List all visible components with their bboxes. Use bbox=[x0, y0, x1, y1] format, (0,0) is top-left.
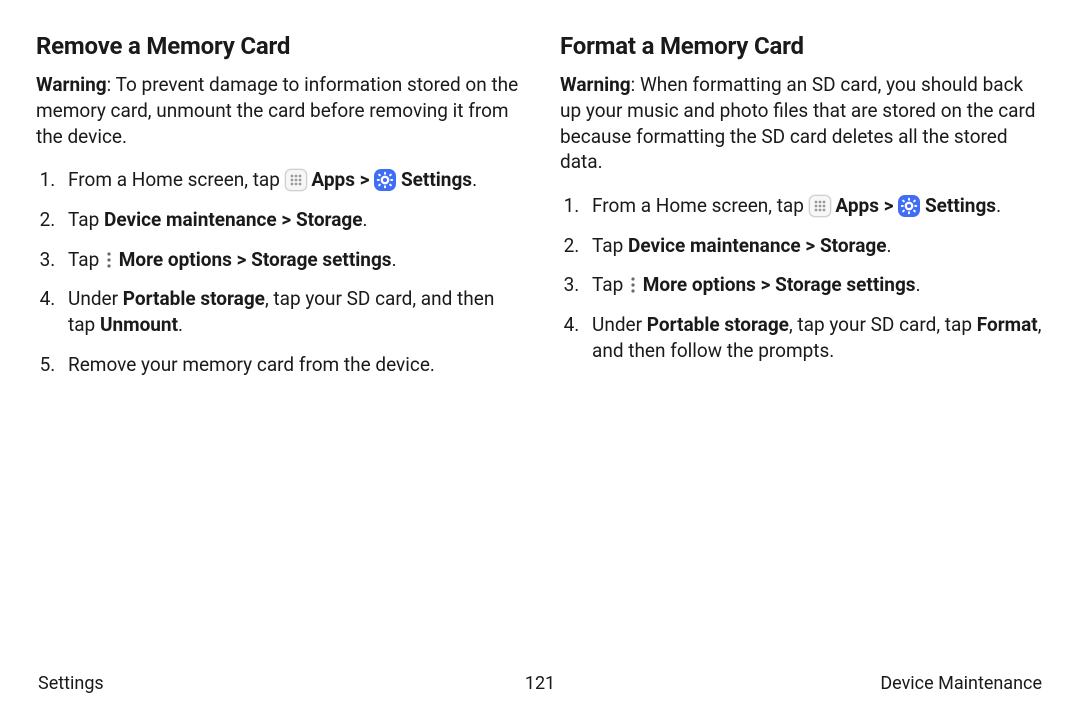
chevron: > bbox=[801, 234, 820, 257]
bold: Storage settings bbox=[775, 273, 915, 296]
apps-label: Apps bbox=[311, 168, 355, 191]
heading-remove-memory-card: Remove a Memory Card bbox=[36, 30, 520, 62]
step-2: Tap Device maintenance > Storage. bbox=[60, 207, 520, 233]
settings-icon bbox=[374, 169, 396, 191]
warning-label: Warning bbox=[36, 73, 107, 96]
bold: Storage settings bbox=[251, 248, 391, 271]
chevron: > bbox=[232, 248, 251, 271]
bold: Portable storage bbox=[123, 287, 265, 310]
step-text: Under bbox=[592, 313, 647, 336]
bold: More options bbox=[119, 248, 232, 271]
step-text: From a Home screen, tap bbox=[592, 194, 809, 217]
bold: Storage bbox=[820, 234, 887, 257]
chevron: > bbox=[277, 208, 296, 231]
manual-page: Remove a Memory Card Warning: To prevent… bbox=[0, 0, 1080, 720]
bold: Format bbox=[977, 313, 1038, 336]
bold: Unmount bbox=[100, 313, 178, 336]
column-format-memory-card: Format a Memory Card Warning: When forma… bbox=[560, 30, 1044, 391]
apps-icon bbox=[285, 169, 307, 191]
step-2: Tap Device maintenance > Storage. bbox=[584, 233, 1044, 259]
step-4: Under Portable storage, tap your SD card… bbox=[584, 312, 1044, 363]
step-1: From a Home screen, tap Apps > Settings. bbox=[60, 167, 520, 193]
warning-format: Warning: When formatting an SD card, you… bbox=[560, 72, 1044, 175]
step-text: Tap bbox=[592, 234, 628, 257]
footer-section-label: Settings bbox=[38, 672, 525, 696]
step-3: Tap More options > Storage settings. bbox=[60, 247, 520, 273]
warning-text: : To prevent damage to information store… bbox=[36, 73, 518, 147]
more-options-icon bbox=[104, 250, 114, 270]
step-text: Tap bbox=[68, 248, 104, 271]
step-1: From a Home screen, tap Apps > Settings. bbox=[584, 193, 1044, 219]
step-text: From a Home screen, tap bbox=[68, 168, 285, 191]
step-text: , tap your SD card, tap bbox=[789, 313, 977, 336]
bold: Device maintenance bbox=[104, 208, 277, 231]
page-footer: Settings 121 Device Maintenance bbox=[36, 672, 1044, 700]
more-options-icon bbox=[628, 275, 638, 295]
period: . bbox=[392, 248, 397, 271]
step-4: Under Portable storage, tap your SD card… bbox=[60, 286, 520, 337]
steps-remove: From a Home screen, tap Apps > Settings.… bbox=[36, 167, 520, 377]
period: . bbox=[472, 168, 477, 191]
heading-format-memory-card: Format a Memory Card bbox=[560, 30, 1044, 62]
chevron: > bbox=[360, 168, 375, 191]
step-5: Remove your memory card from the device. bbox=[60, 352, 520, 378]
period: . bbox=[362, 208, 367, 231]
bold: Storage bbox=[296, 208, 363, 231]
chevron: > bbox=[756, 273, 775, 296]
period: . bbox=[996, 194, 1001, 217]
period: . bbox=[178, 313, 183, 336]
period: . bbox=[916, 273, 921, 296]
settings-icon bbox=[898, 195, 920, 217]
two-column-layout: Remove a Memory Card Warning: To prevent… bbox=[36, 30, 1044, 391]
step-text: Tap bbox=[592, 273, 628, 296]
step-text: Under bbox=[68, 287, 123, 310]
settings-label: Settings bbox=[925, 194, 996, 217]
apps-label: Apps bbox=[835, 194, 879, 217]
period: . bbox=[886, 234, 891, 257]
footer-page-number: 121 bbox=[525, 672, 555, 696]
steps-format: From a Home screen, tap Apps > Settings.… bbox=[560, 193, 1044, 363]
bold: More options bbox=[643, 273, 756, 296]
bold: Portable storage bbox=[647, 313, 789, 336]
apps-icon bbox=[809, 195, 831, 217]
warning-remove: Warning: To prevent damage to informatio… bbox=[36, 72, 520, 149]
footer-chapter-label: Device Maintenance bbox=[555, 672, 1042, 696]
bold: Device maintenance bbox=[628, 234, 801, 257]
warning-text: : When formatting an SD card, you should… bbox=[560, 73, 1035, 173]
chevron: > bbox=[884, 194, 899, 217]
column-remove-memory-card: Remove a Memory Card Warning: To prevent… bbox=[36, 30, 520, 391]
step-text: Remove your memory card from the device. bbox=[68, 353, 435, 376]
warning-label: Warning bbox=[560, 73, 631, 96]
settings-label: Settings bbox=[401, 168, 472, 191]
step-3: Tap More options > Storage settings. bbox=[584, 272, 1044, 298]
step-text: Tap bbox=[68, 208, 104, 231]
